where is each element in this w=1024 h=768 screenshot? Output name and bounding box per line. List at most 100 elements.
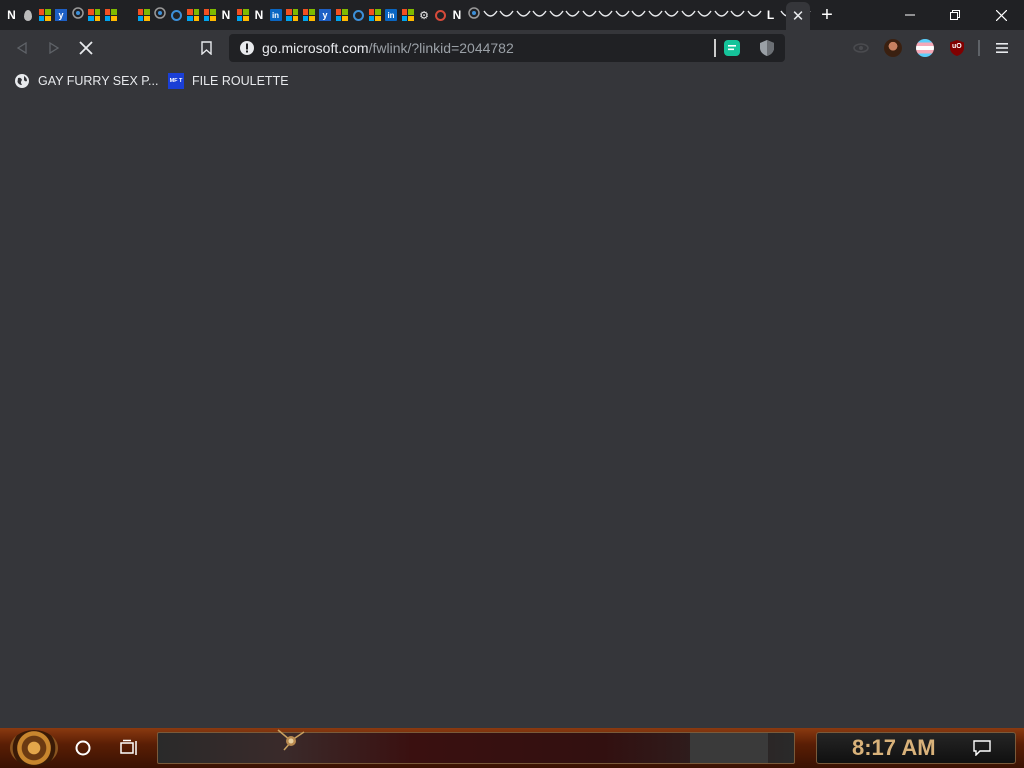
tab-22[interactable] [367, 8, 382, 23]
minimize-button[interactable] [887, 0, 933, 30]
sleep-icon [614, 8, 630, 23]
tab-27[interactable]: N [450, 8, 465, 23]
tab-45[interactable] [746, 8, 762, 23]
back-arrow-icon [16, 42, 27, 54]
generic-icon [467, 6, 480, 24]
tab-5[interactable] [87, 8, 102, 23]
tab-35[interactable] [581, 8, 597, 23]
tab-13[interactable]: N [219, 8, 234, 23]
microsoft-icon [104, 9, 117, 21]
tab-7[interactable] [120, 8, 135, 23]
tab-3[interactable]: y [54, 8, 69, 23]
sleep-icon [713, 8, 729, 23]
tab-14[interactable] [235, 8, 250, 23]
tab-strip: Ny N Nin y in ⚙ N L [0, 0, 1024, 30]
bookmark-gay-furry[interactable]: GAY FURRY SEX P... [14, 72, 158, 90]
tab-8[interactable] [136, 8, 151, 23]
tab-24[interactable] [400, 8, 415, 23]
n-icon: N [221, 8, 231, 22]
tab-32[interactable] [532, 8, 547, 23]
tab-12[interactable] [202, 8, 217, 23]
bookmark-file-roulette[interactable]: MF T FILE ROULETTE [168, 72, 289, 90]
tab-36[interactable] [598, 8, 613, 23]
clock-time[interactable]: 8:17 AM [852, 735, 952, 761]
tab-2[interactable] [37, 8, 52, 23]
ublock-icon[interactable]: uO [948, 39, 966, 57]
cortana-button[interactable] [74, 739, 92, 757]
tab-0[interactable]: N [4, 8, 19, 23]
tab-46[interactable]: L [763, 8, 778, 23]
stop-loading-button[interactable] [76, 38, 96, 58]
menu-button[interactable] [994, 38, 1010, 58]
new-tab-button[interactable]: + [818, 4, 836, 26]
trans-flag-icon[interactable] [916, 39, 934, 57]
tab-38[interactable] [631, 8, 646, 23]
tab-21[interactable] [351, 8, 366, 23]
microsoft-icon [88, 9, 100, 21]
tab-29[interactable] [482, 8, 498, 23]
grammarly-icon[interactable] [723, 39, 741, 57]
close-window-button[interactable] [978, 0, 1024, 30]
tab-10[interactable] [169, 8, 184, 23]
sleep-icon [664, 8, 679, 23]
tab-4[interactable] [70, 7, 85, 23]
tab-39[interactable] [647, 8, 663, 23]
tab-16[interactable]: in [268, 8, 283, 23]
red-ring-icon [435, 9, 446, 21]
tab-30[interactable] [499, 8, 514, 23]
microsoft-icon [335, 9, 348, 21]
tab-6[interactable] [103, 8, 118, 23]
tab-43[interactable] [713, 8, 729, 23]
tab-28[interactable] [466, 6, 481, 24]
tab-26[interactable] [433, 8, 448, 23]
tab-37[interactable] [614, 8, 630, 23]
eye-icon[interactable] [852, 41, 870, 55]
action-center-icon [973, 740, 991, 756]
bookmark-page-button[interactable] [196, 38, 216, 58]
hamburger-icon [996, 43, 1008, 53]
sleep-icon [565, 8, 580, 23]
privacy-shield-icon[interactable] [758, 39, 776, 57]
tab-18[interactable] [301, 8, 316, 23]
tab-41[interactable] [680, 8, 696, 23]
tab-31[interactable] [515, 8, 531, 23]
yammer-icon: y [55, 9, 67, 21]
start-button[interactable] [10, 730, 58, 766]
site-info-icon[interactable] [239, 40, 255, 56]
sleep-icon [482, 8, 498, 23]
tab-1[interactable] [21, 8, 36, 23]
bookmark-label: GAY FURRY SEX P... [38, 74, 159, 88]
tab-11[interactable] [186, 8, 201, 23]
tab-9[interactable] [153, 7, 168, 23]
close-tab-icon: ✕ [791, 8, 805, 25]
plus-icon: + [821, 4, 833, 26]
tab-17[interactable] [285, 8, 300, 23]
url-text[interactable]: go.microsoft.com/fwlink/?linkid=2044782 [262, 39, 514, 57]
tab-25[interactable]: ⚙ [417, 8, 432, 23]
back-button[interactable] [12, 38, 32, 58]
task-view-button[interactable] [120, 739, 140, 757]
n-icon: N [452, 8, 462, 22]
active-tab-close-button[interactable]: ✕ [786, 2, 810, 30]
restore-button[interactable] [932, 0, 978, 30]
tab-15[interactable]: N [252, 8, 267, 23]
avatar-icon[interactable] [884, 39, 902, 57]
forward-button[interactable] [44, 38, 64, 58]
tab-33[interactable] [548, 8, 564, 23]
tab-23[interactable]: in [384, 8, 399, 23]
taskbar-app-area [157, 732, 795, 764]
file-roulette-icon: MF T [168, 73, 184, 89]
tab-34[interactable] [565, 8, 580, 23]
tab-44[interactable] [730, 8, 745, 23]
tab-20[interactable] [334, 8, 349, 23]
tab-40[interactable] [664, 8, 679, 23]
notifications-button[interactable] [972, 739, 992, 757]
steampunk-insect-icon [277, 729, 305, 751]
tab-42[interactable] [697, 8, 712, 23]
pinned-app-button[interactable] [276, 728, 306, 754]
omnibox-divider [714, 39, 716, 57]
sleep-icon [581, 8, 597, 23]
sleep-icon [548, 8, 564, 23]
app-slot[interactable] [690, 733, 768, 763]
tab-19[interactable]: y [318, 8, 333, 23]
